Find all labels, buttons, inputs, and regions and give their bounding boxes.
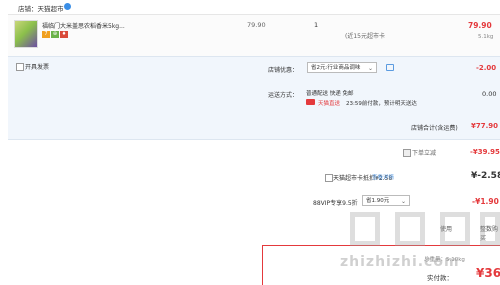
- unit-price: 79.90: [247, 21, 266, 29]
- shipping-label: 运送方式：: [268, 92, 299, 99]
- shop-label[interactable]: 店铺：天猫超市: [18, 3, 64, 13]
- store-total: ¥77.90: [471, 122, 499, 130]
- item-weight: 5.1kg: [478, 34, 494, 40]
- watermark-glyph: [440, 212, 470, 246]
- vip-discount-label: 88VIP专享9.5折: [313, 200, 358, 207]
- invoice-checkbox[interactable]: [16, 63, 24, 71]
- store-promo-value: 省2元:行业商品调味: [311, 65, 361, 71]
- store-promo-amount: -2.00: [476, 64, 497, 72]
- product-title[interactable]: 福临门大米盖思农稻香米5kg...: [42, 21, 125, 30]
- shop-header: [0, 0, 500, 14]
- shipping-eta: 23:59前付款，预计明天送达: [346, 101, 417, 107]
- order-discount-label: 下单立减: [412, 150, 437, 157]
- store-promo-select[interactable]: 省2元:行业商品调味 ⌄: [307, 62, 377, 73]
- watermark-text: zhizhizhi.com: [340, 254, 460, 270]
- pay-label: 实付款：: [427, 274, 453, 282]
- store-total-label: 店铺合计(含运费): [411, 125, 458, 132]
- watermark-glyph: [395, 212, 425, 246]
- vip-discount-select[interactable]: 省1.90元 ⌄: [362, 195, 410, 206]
- store-promo-label: 店铺优惠：: [268, 67, 299, 74]
- quantity: 1: [314, 21, 319, 29]
- supermarket-card-amount: ¥-2.58: [471, 171, 500, 181]
- order-discount-checkbox[interactable]: [403, 149, 411, 157]
- message-icon[interactable]: [386, 64, 394, 71]
- chevron-down-icon: ⌄: [367, 65, 373, 72]
- shipping-method: 普通配送 快递 免邮: [306, 91, 354, 97]
- vip-discount-value: 省1.90元: [366, 198, 390, 204]
- chevron-down-icon: ⌄: [400, 198, 406, 205]
- product-tag-7day: 7: [42, 31, 50, 38]
- watermark-glyph: [350, 212, 380, 246]
- shipping-amount: 0.00: [482, 90, 497, 98]
- quantity-note: (近15元超市卡: [345, 33, 385, 40]
- product-tag-guarantee: ⊕: [51, 31, 59, 38]
- shipping-badge-text: 天猫直送: [318, 101, 341, 107]
- supermarket-card-checkbox[interactable]: [325, 174, 333, 182]
- order-discount-amount: -¥39.95: [470, 148, 500, 156]
- view-details-link[interactable]: 查看详情: [372, 173, 394, 181]
- watermark-glyph: [480, 212, 500, 246]
- product-thumbnail[interactable]: [14, 20, 38, 48]
- chat-icon[interactable]: [64, 3, 71, 10]
- invoice-label: 开具发票: [25, 64, 50, 71]
- item-subtotal: 79.90: [468, 21, 492, 30]
- tmall-logo-icon: [306, 99, 315, 105]
- pay-amount: ¥36.05: [476, 266, 500, 280]
- product-tag-badge: ♦: [60, 31, 68, 38]
- vip-discount-amount: -¥1.90: [472, 197, 499, 206]
